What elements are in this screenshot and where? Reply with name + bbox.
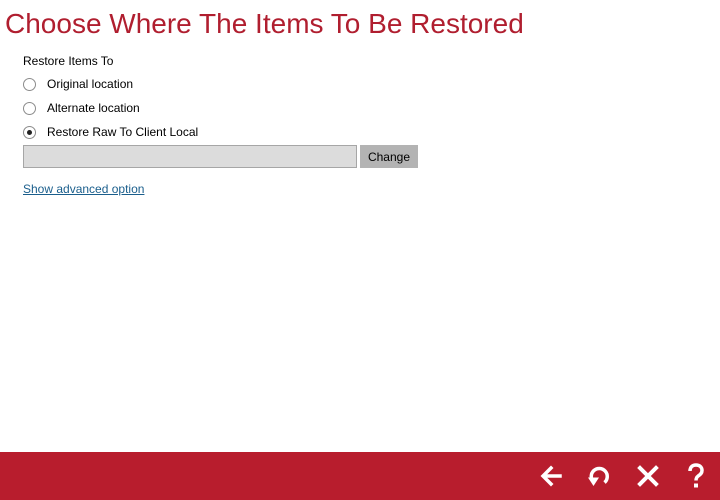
help-button[interactable]	[676, 452, 716, 500]
radio-label-restore-raw-to-client-local: Restore Raw To Client Local	[47, 125, 199, 139]
close-icon	[637, 465, 659, 487]
restore-path-input[interactable]	[23, 145, 357, 168]
show-advanced-option-link[interactable]: Show advanced option	[23, 181, 144, 197]
back-button[interactable]	[531, 452, 571, 500]
radio-alternate-location[interactable]: Alternate location	[23, 100, 140, 116]
restore-icon	[588, 466, 609, 486]
back-arrow-icon	[540, 465, 562, 487]
radio-label-original-location: Original location	[47, 77, 134, 91]
change-button[interactable]: Change	[360, 145, 418, 168]
radio-button[interactable]	[23, 101, 36, 115]
page-title: Choose Where The Items To Be Restored	[5, 8, 524, 39]
radio-label-alternate-location: Alternate location	[47, 101, 140, 115]
radio-button-selected[interactable]	[23, 125, 36, 139]
radio-restore-raw-to-client-local[interactable]: Restore Raw To Client Local	[23, 124, 198, 140]
footer-bar	[0, 452, 720, 500]
help-icon	[688, 463, 704, 488]
restore-button[interactable]	[580, 452, 620, 500]
radio-original-location[interactable]: Original location	[23, 76, 133, 92]
radio-button[interactable]	[23, 77, 36, 91]
restore-items-to-label: Restore Items To	[23, 54, 114, 68]
close-button[interactable]	[628, 452, 668, 500]
